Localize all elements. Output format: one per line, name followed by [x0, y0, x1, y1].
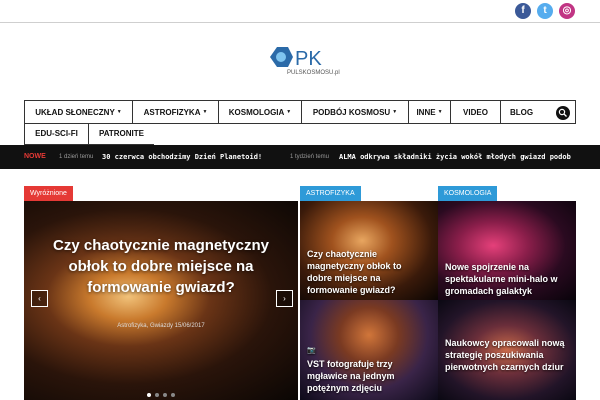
- slider-dot-active[interactable]: [147, 393, 151, 397]
- nav-item-kosmologia[interactable]: KOSMOLOGIA ▼: [218, 101, 301, 124]
- ticker-time: 1 tydzień temu: [290, 154, 330, 160]
- search-icon: [558, 108, 567, 117]
- ticker-time: 1 dzień temu: [59, 154, 94, 160]
- logo-text: PULSKOSMOSU.pl: [287, 70, 340, 76]
- nav-item-video[interactable]: VIDEO: [450, 101, 500, 124]
- top-bar: f t ◎: [0, 0, 600, 23]
- ticker-headline[interactable]: ALMA odkrywa składniki życia wokół młody…: [339, 145, 571, 169]
- nav-row-2: EDU-SCI-FI PATRONITE: [24, 124, 154, 145]
- instagram-icon[interactable]: ◎: [559, 3, 575, 19]
- slider-next-button[interactable]: ›: [276, 290, 293, 307]
- article-tile[interactable]: Czy chaotycznie magnetyczny obłok to dob…: [300, 201, 438, 300]
- facebook-icon[interactable]: f: [515, 3, 531, 19]
- logo-mark: PK: [295, 48, 322, 70]
- camera-icon: 📷: [307, 347, 316, 354]
- article-tile[interactable]: Naukowcy opracowali nową strategię poszu…: [438, 300, 576, 400]
- nav-item-astrofizyka[interactable]: ASTROFIZYKA ▼: [132, 101, 218, 124]
- site-logo[interactable]: PK PULSKOSMOSU.pl: [268, 44, 340, 82]
- article-tile-title: Nowe spojrzenie na spektakularne mini-ha…: [445, 262, 558, 296]
- slider-dots: [24, 384, 298, 400]
- logo-mark-icon: PK: [270, 47, 322, 70]
- article-tile-title: Naukowcy opracowali nową strategię poszu…: [445, 338, 565, 372]
- nav-item-patronite[interactable]: PATRONITE: [88, 124, 154, 144]
- nav-item-inne[interactable]: INNE ▼: [408, 101, 450, 124]
- featured-meta: Astrofizyka, Gwiazdy 15/06/2017: [117, 323, 205, 329]
- article-tile[interactable]: Nowe spojrzenie na spektakularne mini-ha…: [438, 201, 576, 300]
- nav-item-podboj-kosmosu[interactable]: PODBÓJ KOSMOSU ▼: [301, 101, 408, 124]
- twitter-icon[interactable]: t: [537, 3, 553, 19]
- featured-slider[interactable]: Czy chaotycznie magnetyczny obłok to dob…: [24, 201, 298, 400]
- nav-item-blog[interactable]: BLOG: [500, 101, 542, 124]
- category-badge-astrofizyka[interactable]: ASTROFIZYKA: [300, 186, 361, 201]
- chevron-down-icon: ▼: [202, 109, 208, 116]
- slider-dot[interactable]: [155, 393, 159, 397]
- slider-prev-button[interactable]: ‹: [31, 290, 48, 307]
- featured-badge[interactable]: Wyróżnione: [24, 186, 73, 201]
- main-nav: UKŁAD SŁONECZNY ▼ ASTROFIZYKA ▼ KOSMOLOGIA…: [24, 100, 576, 145]
- ticker-headline[interactable]: 30 czerwca obchodzimy Dzień Planetoid!: [102, 145, 262, 169]
- chevron-down-icon: ▼: [116, 109, 122, 116]
- nav-item-uklad-sloneczny[interactable]: UKŁAD SŁONECZNY ▼: [24, 101, 132, 124]
- search-button[interactable]: [556, 106, 570, 120]
- chevron-down-icon: ▼: [437, 109, 443, 116]
- article-tile-title: VST fotografuje trzy mgławice na jednym …: [307, 359, 395, 393]
- nav-row-1: UKŁAD SŁONECZNY ▼ ASTROFIZYKA ▼ KOSMOLOGIA…: [24, 100, 576, 124]
- chevron-down-icon: ▼: [286, 109, 292, 116]
- featured-title[interactable]: Czy chaotycznie magnetyczny obłok to dob…: [44, 235, 278, 298]
- article-tile-title: Czy chaotycznie magnetyczny obłok to dob…: [307, 249, 402, 295]
- slider-dot[interactable]: [163, 393, 167, 397]
- article-tile[interactable]: 📷 VST fotografuje trzy mgławice na jedny…: [300, 300, 438, 400]
- news-ticker: NOWE 1 dzień temu 30 czerwca obchodzimy …: [0, 145, 600, 169]
- chevron-down-icon: ▼: [392, 109, 398, 116]
- ticker-label: NOWE: [24, 153, 46, 160]
- category-badge-kosmologia[interactable]: KOSMOLOGIA: [438, 186, 498, 201]
- nav-item-edu-sci-fi[interactable]: EDU-SCI-FI: [24, 124, 88, 144]
- slider-dot[interactable]: [171, 393, 175, 397]
